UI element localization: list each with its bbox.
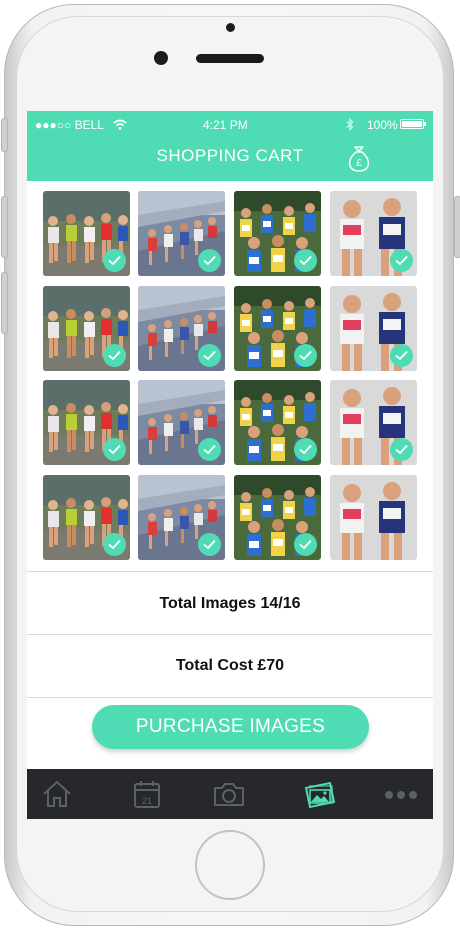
divider bbox=[27, 571, 433, 572]
checkmark-icon[interactable] bbox=[390, 438, 413, 461]
bluetooth-icon bbox=[346, 118, 354, 131]
svg-text:£: £ bbox=[356, 158, 362, 169]
divider bbox=[27, 697, 433, 698]
nav-bar: SHOPPING CART £ bbox=[27, 137, 433, 181]
runner-photo bbox=[330, 475, 417, 560]
checkmark-icon[interactable] bbox=[103, 249, 126, 272]
checkmark-icon[interactable] bbox=[198, 249, 221, 272]
cart-image[interactable] bbox=[138, 286, 225, 371]
battery-icon bbox=[400, 119, 426, 129]
mute-switch bbox=[1, 118, 8, 152]
home-icon[interactable] bbox=[41, 779, 73, 809]
divider bbox=[27, 634, 433, 635]
wifi-icon bbox=[113, 119, 127, 130]
checkmark-icon[interactable] bbox=[103, 533, 126, 556]
cart-image[interactable] bbox=[234, 380, 321, 465]
cart-image[interactable] bbox=[234, 475, 321, 560]
battery-percent: 100% bbox=[367, 118, 398, 132]
cart-image[interactable] bbox=[43, 380, 130, 465]
cart-image[interactable] bbox=[330, 475, 417, 560]
calendar-day: 21 bbox=[142, 796, 152, 806]
front-camera bbox=[154, 51, 168, 65]
cart-image[interactable] bbox=[330, 380, 417, 465]
checkmark-icon[interactable] bbox=[294, 249, 317, 272]
checkmark-icon[interactable] bbox=[103, 438, 126, 461]
volume-down-button bbox=[1, 272, 8, 334]
checkmark-icon[interactable] bbox=[198, 344, 221, 367]
more-icon[interactable] bbox=[385, 791, 419, 799]
cart-image[interactable] bbox=[138, 191, 225, 276]
cart-image[interactable] bbox=[43, 191, 130, 276]
home-button[interactable] bbox=[195, 830, 265, 900]
power-button bbox=[454, 196, 460, 258]
cart-image[interactable] bbox=[138, 475, 225, 560]
total-images-label: Total Images 14/16 bbox=[159, 595, 301, 612]
cart-image[interactable] bbox=[234, 286, 321, 371]
carrier-label: ●●●○○ BELL bbox=[35, 118, 104, 132]
cart-image[interactable] bbox=[330, 191, 417, 276]
checkmark-icon[interactable] bbox=[390, 249, 413, 272]
checkmark-icon[interactable] bbox=[294, 344, 317, 367]
money-bag-icon[interactable]: £ bbox=[345, 143, 373, 173]
app-screen: ●●●○○ BELL 4:21 PM 100% SHOPPING CART £ … bbox=[27, 111, 433, 819]
checkmark-icon[interactable] bbox=[103, 344, 126, 367]
checkmark-icon[interactable] bbox=[390, 344, 413, 367]
volume-up-button bbox=[1, 196, 8, 258]
camera-icon[interactable] bbox=[213, 779, 245, 809]
tab-bar: 21 bbox=[27, 769, 433, 819]
cart-image[interactable] bbox=[330, 286, 417, 371]
cart-image[interactable] bbox=[138, 380, 225, 465]
calendar-icon[interactable]: 21 bbox=[131, 779, 163, 809]
checkmark-icon[interactable] bbox=[294, 438, 317, 461]
earpiece-speaker bbox=[196, 54, 264, 63]
purchase-images-button[interactable]: PURCHASE IMAGES bbox=[92, 705, 369, 749]
cart-image[interactable] bbox=[43, 475, 130, 560]
cart-image[interactable] bbox=[43, 286, 130, 371]
checkmark-icon[interactable] bbox=[198, 533, 221, 556]
proximity-sensor bbox=[226, 23, 235, 32]
checkmark-icon[interactable] bbox=[294, 533, 317, 556]
gallery-icon[interactable] bbox=[303, 779, 337, 809]
clock: 4:21 PM bbox=[203, 118, 248, 132]
total-cost-label: Total Cost £70 bbox=[175, 657, 285, 674]
checkmark-icon[interactable] bbox=[198, 438, 221, 461]
status-bar: ●●●○○ BELL 4:21 PM 100% bbox=[27, 111, 433, 137]
cart-image[interactable] bbox=[234, 191, 321, 276]
